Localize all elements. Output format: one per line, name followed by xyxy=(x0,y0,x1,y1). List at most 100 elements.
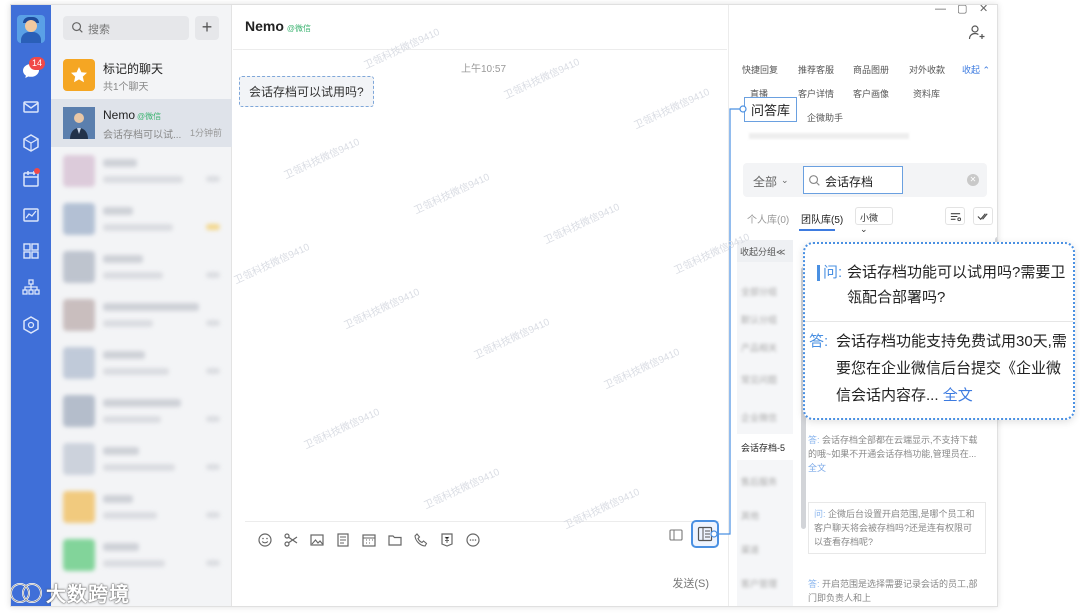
collapse-tabs-button[interactable]: 收起 ⌃ xyxy=(962,63,990,76)
group-item-selected[interactable]: 会话存档-5 xyxy=(737,434,793,460)
group-list: 收起分组≪ 全部分组 默认分组 产品相关 常见问题 企业微信 会话存档-5 售后… xyxy=(737,240,793,606)
apps-icon[interactable] xyxy=(21,241,41,261)
hexagon-icon[interactable] xyxy=(21,315,41,335)
question-tag: 问: xyxy=(823,264,843,281)
filter-settings-icon[interactable] xyxy=(945,207,965,225)
search-placeholder: 搜索 xyxy=(88,24,110,36)
group-item[interactable]: 渠道 xyxy=(737,536,793,562)
group-item[interactable]: 售后服务 xyxy=(737,468,793,494)
calendar-icon[interactable] xyxy=(357,531,383,549)
tab-team-library[interactable]: 团队库(5) xyxy=(801,211,843,226)
mail-icon[interactable] xyxy=(21,97,41,117)
list-item[interactable] xyxy=(51,387,232,435)
qa-search-value: 会话存档 xyxy=(825,175,874,189)
chart-icon[interactable] xyxy=(21,205,41,225)
logo-text: 大数跨境 xyxy=(46,584,130,606)
list-item[interactable] xyxy=(51,147,232,195)
tab-recommend-agent[interactable]: 推荐客服 xyxy=(798,63,834,76)
starred-title: 标记的聊天 xyxy=(103,62,164,76)
phone-icon[interactable] xyxy=(409,531,435,549)
chat-title: Nemo @微信 xyxy=(245,18,312,34)
search-input[interactable]: 搜索 xyxy=(63,16,189,40)
knowledge-base-button[interactable] xyxy=(691,520,719,548)
group-item[interactable]: 企业微信 xyxy=(737,404,793,430)
clear-icon[interactable]: ✕ xyxy=(967,174,979,186)
list-item[interactable] xyxy=(51,339,232,387)
group-item[interactable]: 客户管理 xyxy=(737,570,793,596)
group-item[interactable]: 产品相关 xyxy=(737,334,793,360)
group-item[interactable]: 全部分组 xyxy=(737,278,793,304)
group-item[interactable]: 默认分组 xyxy=(737,306,793,332)
folder-icon[interactable] xyxy=(383,531,409,549)
list-item[interactable] xyxy=(51,195,232,243)
panel-icon xyxy=(697,526,713,542)
full-text-link[interactable]: 全文 xyxy=(943,387,973,404)
message-bubble[interactable]: 会话存档可以试用吗? xyxy=(239,76,374,107)
qa-search-input[interactable]: 会话存档 xyxy=(803,166,903,194)
team-select[interactable]: 小微 ⌄ xyxy=(855,207,893,234)
user-avatar[interactable] xyxy=(17,15,45,43)
tab-assistant[interactable]: 企微助手 xyxy=(807,111,843,124)
check-all-icon[interactable] xyxy=(973,207,993,225)
unread-badge: 14 xyxy=(29,57,46,70)
send-button[interactable]: 发送(S) xyxy=(672,575,709,591)
emoji-icon[interactable] xyxy=(253,531,279,549)
tab-payment[interactable]: 对外收款 xyxy=(909,63,945,76)
tab-customer-portrait[interactable]: 客户画像 xyxy=(853,87,889,100)
blurred-tabs xyxy=(749,133,909,139)
nav-rail: 14 xyxy=(11,5,51,606)
brand-logo: 大数跨境 xyxy=(6,578,130,607)
search-icon xyxy=(809,175,820,186)
close-icon[interactable]: ✕ xyxy=(979,5,988,15)
tab-customer-detail[interactable]: 客户详情 xyxy=(798,87,834,100)
list-item[interactable] xyxy=(51,291,232,339)
conversation-item-nemo[interactable]: Nemo @微信 会话存档可以试... 1分钟前 xyxy=(51,99,232,147)
answer-tag: 答: xyxy=(809,333,829,350)
list-item[interactable] xyxy=(51,435,232,483)
tab-quick-reply[interactable]: 快捷回复 xyxy=(742,63,778,76)
org-icon[interactable] xyxy=(21,277,41,297)
cube-icon[interactable] xyxy=(21,133,41,153)
tab-personal-library[interactable]: 个人库(0) xyxy=(747,211,789,226)
search-icon xyxy=(72,22,83,33)
conversation-name: Nemo @微信 xyxy=(103,108,162,122)
question-item[interactable]: 问: 企微后台设置开启范围,是哪个员工和客户聊天将会被存档吗?还是连有权限可以查… xyxy=(808,502,986,554)
message-input[interactable]: 发送(S) xyxy=(245,521,719,601)
document-icon[interactable] xyxy=(331,531,357,549)
answer-item[interactable]: 答: 会话存档全部都在云端显示,不支持下载的哦~如果不开通会话存档功能,管理员在… xyxy=(808,433,986,475)
image-icon[interactable] xyxy=(305,531,331,549)
tab-product-album[interactable]: 商品图册 xyxy=(853,63,889,76)
filter-all-dropdown[interactable]: 全部 xyxy=(753,173,777,190)
add-user-icon[interactable] xyxy=(968,24,986,40)
input-toolbar xyxy=(253,531,487,549)
popup-answer: 答: 会话存档功能支持免费试用30天,需要您在企业微信后台提交《企业微信会话内容… xyxy=(809,328,1071,409)
conversation-preview: 会话存档可以试... xyxy=(103,130,182,141)
more-icon[interactable] xyxy=(461,531,487,549)
chevron-down-icon: ⌄ xyxy=(781,175,789,185)
answer-item[interactable]: 答: 开启范围是选择需要记录会话的员工,部门即负责人和上 xyxy=(808,577,986,605)
popup-question: 问: 会话存档功能可以试用吗?需要卫瓴配合部署吗? xyxy=(817,260,1069,310)
wechat-tag: @微信 xyxy=(286,24,312,33)
chat-area: Nemo @微信 上午10:57 会话存档可以试用吗? 发送(S) xyxy=(233,5,727,606)
sidebar-toggle-icon[interactable] xyxy=(669,529,683,541)
new-chat-button[interactable]: + xyxy=(195,16,219,40)
avatar xyxy=(63,107,95,139)
maximize-icon[interactable]: ▢ xyxy=(957,5,967,15)
minimize-icon[interactable]: — xyxy=(935,5,946,15)
wechat-tag: @微信 xyxy=(137,112,162,121)
tab-qa-library[interactable]: 问答库 xyxy=(744,97,798,122)
list-item[interactable] xyxy=(51,531,232,579)
library-tabs: 个人库(0) 团队库(5) 小微 ⌄ xyxy=(737,207,993,234)
group-item[interactable]: 常见问题 xyxy=(737,366,793,392)
list-item[interactable] xyxy=(51,243,232,291)
payment-icon[interactable] xyxy=(435,531,461,549)
qa-filter-bar: 全部 ⌄ 会话存档 ✕ xyxy=(743,163,987,197)
full-text-link[interactable]: 全文 xyxy=(808,463,826,473)
tab-library[interactable]: 资料库 xyxy=(913,87,940,100)
message-timestamp: 上午10:57 xyxy=(461,64,507,75)
conversation-time: 1分钟前 xyxy=(189,128,222,138)
group-item[interactable]: 其他 xyxy=(737,502,793,528)
starred-chats-item[interactable]: 标记的聊天 共1个聊天 xyxy=(51,51,232,99)
scissors-icon[interactable] xyxy=(279,531,305,549)
list-item[interactable] xyxy=(51,483,232,531)
